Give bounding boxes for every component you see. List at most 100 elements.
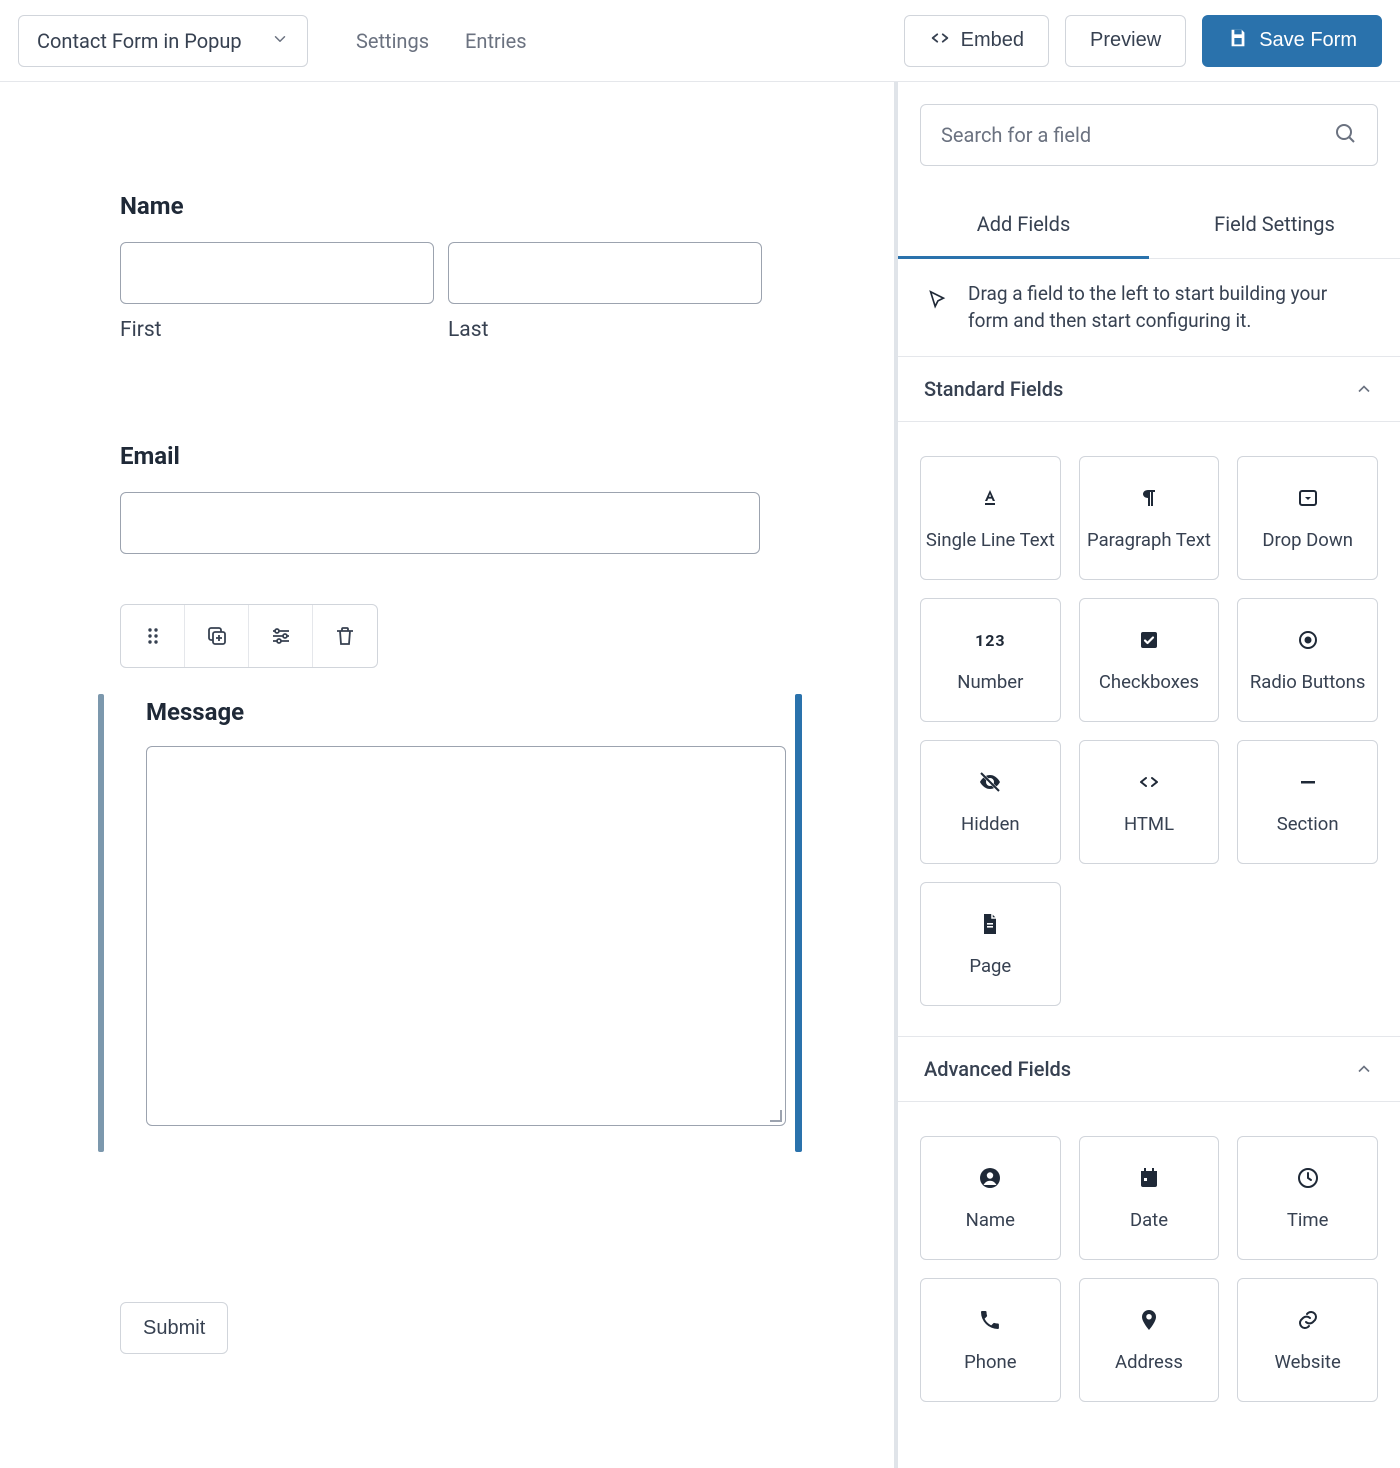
field-tile-name[interactable]: Name <box>920 1136 1061 1260</box>
clock-icon <box>1295 1165 1321 1191</box>
radio-icon <box>1295 627 1321 653</box>
field-tile-label: Checkboxes <box>1095 671 1203 693</box>
calendar-icon <box>1136 1165 1162 1191</box>
eye-off-icon <box>977 769 1003 795</box>
drag-handle-icon[interactable] <box>121 605 185 667</box>
first-name-input[interactable] <box>120 242 434 304</box>
email-input[interactable] <box>120 492 760 554</box>
field-tile-label: Website <box>1271 1351 1345 1373</box>
code-icon <box>1136 769 1162 795</box>
save-form-button[interactable]: Save Form <box>1202 15 1382 67</box>
advanced-fields-grid: Name Date Time Phone Address Website <box>898 1102 1400 1412</box>
chevron-up-icon <box>1354 1059 1374 1079</box>
field-tile-paragraph_text[interactable]: Paragraph Text <box>1079 456 1220 580</box>
sidebar-tabs: Add Fields Field Settings <box>898 192 1400 259</box>
tab-field-settings[interactable]: Field Settings <box>1149 192 1400 258</box>
top-bar: Contact Form in Popup Settings Entries E… <box>0 0 1400 82</box>
nav-entries[interactable]: Entries <box>465 29 527 53</box>
field-message-selected[interactable]: Message <box>120 694 774 1152</box>
delete-field-button[interactable] <box>313 605 377 667</box>
field-settings-button[interactable] <box>249 605 313 667</box>
last-name-sublabel: Last <box>448 318 762 342</box>
drag-hint: Drag a field to the left to start buildi… <box>898 259 1400 357</box>
field-tile-page[interactable]: Page <box>920 882 1061 1006</box>
accordion-advanced-fields[interactable]: Advanced Fields <box>898 1037 1400 1102</box>
accordion-standard-fields[interactable]: Standard Fields <box>898 357 1400 422</box>
field-tile-label: Name <box>962 1209 1019 1231</box>
nav-settings[interactable]: Settings <box>356 29 429 53</box>
person-icon <box>977 1165 1003 1191</box>
field-tile-label: Drop Down <box>1258 529 1357 551</box>
accordion-standard-title: Standard Fields <box>924 377 1063 401</box>
cursor-icon <box>926 289 948 311</box>
field-search-input[interactable]: Search for a field <box>920 104 1378 166</box>
field-tile-radio_buttons[interactable]: Radio Buttons <box>1237 598 1378 722</box>
duplicate-field-button[interactable] <box>185 605 249 667</box>
field-search-placeholder: Search for a field <box>941 123 1091 147</box>
field-tile-label: Time <box>1283 1209 1333 1231</box>
field-name-label: Name <box>120 192 774 220</box>
preview-button-label: Preview <box>1090 29 1161 52</box>
chevron-up-icon <box>1354 379 1374 399</box>
dropdown-icon <box>1295 485 1321 511</box>
field-tile-time[interactable]: Time <box>1237 1136 1378 1260</box>
tab-add-fields[interactable]: Add Fields <box>898 192 1149 259</box>
field-tile-label: Phone <box>960 1351 1020 1373</box>
field-tile-checkboxes[interactable]: Checkboxes <box>1079 598 1220 722</box>
submit-button[interactable]: Submit <box>120 1302 228 1354</box>
num123-icon: 123 <box>977 627 1003 653</box>
code-icon <box>929 27 951 55</box>
pilcrow-icon <box>1136 485 1162 511</box>
phone-icon <box>977 1307 1003 1333</box>
field-tile-single_line_text[interactable]: Single Line Text <box>920 456 1061 580</box>
save-button-label: Save Form <box>1259 29 1357 52</box>
embed-button[interactable]: Embed <box>904 15 1049 67</box>
pin-icon <box>1136 1307 1162 1333</box>
last-name-input[interactable] <box>448 242 762 304</box>
field-tile-section[interactable]: Section <box>1237 740 1378 864</box>
field-tile-label: Number <box>953 671 1027 693</box>
submit-button-label: Submit <box>143 1317 205 1339</box>
accordion-advanced-title: Advanced Fields <box>924 1057 1071 1081</box>
checkbox-icon <box>1136 627 1162 653</box>
text-format-icon <box>977 485 1003 511</box>
message-textarea[interactable] <box>146 746 786 1126</box>
link-icon <box>1295 1307 1321 1333</box>
embed-button-label: Embed <box>961 29 1024 52</box>
field-tile-label: Address <box>1111 1351 1187 1373</box>
field-tile-date[interactable]: Date <box>1079 1136 1220 1260</box>
sidebar: Search for a field Add Fields Field Sett… <box>898 82 1400 1468</box>
first-name-sublabel: First <box>120 318 434 342</box>
field-tile-label: Paragraph Text <box>1083 529 1215 551</box>
search-icon <box>1333 121 1357 150</box>
field-name[interactable]: Name First Last <box>120 192 774 342</box>
field-tile-html[interactable]: HTML <box>1079 740 1220 864</box>
form-switcher-title: Contact Form in Popup <box>37 29 242 53</box>
field-tile-label: Date <box>1126 1209 1172 1231</box>
page-icon <box>977 911 1003 937</box>
field-email-label: Email <box>120 442 774 470</box>
field-tile-label: Page <box>965 955 1015 977</box>
drag-hint-text: Drag a field to the left to start buildi… <box>968 281 1372 334</box>
form-switcher-dropdown[interactable]: Contact Form in Popup <box>18 15 308 67</box>
form-canvas: Name First Last Email <box>0 82 898 1468</box>
field-tile-label: Single Line Text <box>922 529 1059 551</box>
header-nav: Settings Entries <box>356 29 527 53</box>
field-tile-label: Radio Buttons <box>1246 671 1370 693</box>
field-tile-label: Hidden <box>957 813 1024 835</box>
field-message-label: Message <box>124 698 770 726</box>
field-tile-address[interactable]: Address <box>1079 1278 1220 1402</box>
field-action-bar <box>120 604 378 668</box>
chevron-down-icon <box>271 29 289 53</box>
field-tile-label: Section <box>1273 813 1343 835</box>
preview-button[interactable]: Preview <box>1065 15 1186 67</box>
field-tile-phone[interactable]: Phone <box>920 1278 1061 1402</box>
field-tile-number[interactable]: 123 Number <box>920 598 1061 722</box>
save-icon <box>1227 27 1249 55</box>
standard-fields-grid: Single Line Text Paragraph Text Drop Down 1… <box>898 422 1400 1037</box>
field-tile-drop_down[interactable]: Drop Down <box>1237 456 1378 580</box>
field-email[interactable]: Email <box>120 442 774 554</box>
minus-icon <box>1295 769 1321 795</box>
field-tile-hidden[interactable]: Hidden <box>920 740 1061 864</box>
field-tile-website[interactable]: Website <box>1237 1278 1378 1402</box>
